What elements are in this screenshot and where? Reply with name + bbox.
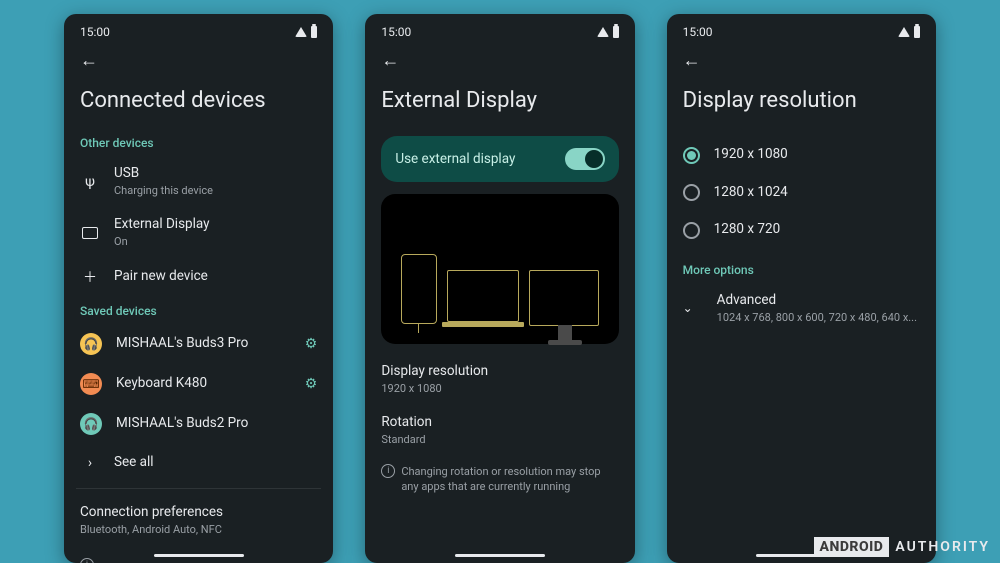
gear-icon[interactable]: ⚙ <box>305 376 318 392</box>
row-pair-new-device[interactable]: ＋ Pair new device <box>80 258 317 296</box>
row-external-display[interactable]: External Display On <box>80 207 317 258</box>
row-pair-title: Pair new device <box>114 268 317 286</box>
back-button[interactable]: ← <box>683 52 701 70</box>
back-button[interactable]: ← <box>381 52 399 70</box>
status-bar: 15:00 <box>683 24 920 40</box>
status-time: 15:00 <box>683 25 713 39</box>
display-illustration <box>381 194 618 344</box>
row-usb-sub: Charging this device <box>114 184 317 198</box>
display-icon <box>80 223 100 243</box>
opt3-label: 1280 x 720 <box>714 221 781 239</box>
battery-icon <box>914 26 920 38</box>
switch-on[interactable] <box>565 148 605 170</box>
brand-text: AUTHORITY <box>895 539 990 555</box>
status-icons <box>597 26 619 38</box>
rot-sub: Standard <box>381 433 618 447</box>
section-more-options: More options <box>683 263 920 277</box>
watermark: ANDROID AUTHORITY <box>814 537 991 557</box>
res-title: Display resolution <box>381 363 618 381</box>
row-advanced[interactable]: ⌄ Advanced 1024 x 768, 800 x 600, 720 x … <box>683 283 920 334</box>
brand-box: ANDROID <box>814 537 890 557</box>
row-connection-preferences[interactable]: Connection preferences Bluetooth, Androi… <box>80 495 317 546</box>
wifi-icon <box>898 27 910 37</box>
page-title: External Display <box>381 88 618 114</box>
screen-display-resolution: 15:00 ← Display resolution 1920 x 1080 1… <box>667 14 936 563</box>
info-icon: i <box>381 464 395 478</box>
nav-bar[interactable] <box>455 554 545 557</box>
see-all-label: See all <box>114 454 317 472</box>
wifi-icon <box>597 27 609 37</box>
battery-icon <box>613 26 619 38</box>
resolution-option-1280x720[interactable]: 1280 x 720 <box>683 211 920 249</box>
illus-laptop-icon <box>447 270 519 322</box>
saved-dev2-title: Keyboard K480 <box>116 375 291 393</box>
page-title: Display resolution <box>683 88 920 114</box>
radio-unchecked-icon <box>683 184 700 201</box>
screen-external-display: 15:00 ← External Display Use external di… <box>365 14 634 563</box>
row-rotation[interactable]: Rotation Standard <box>381 405 618 456</box>
row-ext-title: External Display <box>114 216 317 234</box>
status-bar: 15:00 <box>381 24 618 40</box>
keyboard-icon: ⌨ <box>80 373 102 395</box>
row-display-resolution[interactable]: Display resolution 1920 x 1080 <box>381 354 618 405</box>
row-saved-device-3[interactable]: 🎧 MISHAAL's Buds2 Pro <box>80 404 317 444</box>
row-see-all[interactable]: › See all <box>80 444 317 482</box>
status-icons <box>898 26 920 38</box>
earbuds-icon: 🎧 <box>80 413 102 435</box>
adv-sub: 1024 x 768, 800 x 600, 720 x 480, 640 x.… <box>717 311 920 325</box>
status-bar: 15:00 <box>80 24 317 40</box>
rotation-note: i Changing rotation or resolution may st… <box>381 464 618 495</box>
opt2-label: 1280 x 1024 <box>714 184 788 202</box>
resolution-option-1920x1080[interactable]: 1920 x 1080 <box>683 136 920 174</box>
radio-checked-icon <box>683 147 700 164</box>
chevron-right-icon: › <box>80 453 100 473</box>
adv-title: Advanced <box>717 292 920 310</box>
plus-icon: ＋ <box>80 267 100 287</box>
radio-unchecked-icon <box>683 222 700 239</box>
battery-icon <box>311 26 317 38</box>
illus-monitor-icon <box>529 270 599 326</box>
back-button[interactable]: ← <box>80 52 98 70</box>
opt1-label: 1920 x 1080 <box>714 146 788 164</box>
status-time: 15:00 <box>80 25 110 39</box>
saved-dev1-title: MISHAAL's Buds3 Pro <box>116 335 291 353</box>
saved-dev3-title: MISHAAL's Buds2 Pro <box>116 415 317 433</box>
nav-bar[interactable] <box>154 554 244 557</box>
conn-pref-title: Connection preferences <box>80 504 317 522</box>
note-text: Changing rotation or resolution may stop… <box>401 464 618 495</box>
toggle-label: Use external display <box>395 151 515 167</box>
toggle-use-external-display[interactable]: Use external display <box>381 136 618 182</box>
status-time: 15:00 <box>381 25 411 39</box>
section-other-devices: Other devices <box>80 136 317 150</box>
gear-icon[interactable]: ⚙ <box>305 336 318 352</box>
row-saved-device-2[interactable]: ⌨ Keyboard K480 ⚙ <box>80 364 317 404</box>
illus-phone-icon <box>401 254 437 324</box>
resolution-option-1280x1024[interactable]: 1280 x 1024 <box>683 174 920 212</box>
row-saved-device-1[interactable]: 🎧 MISHAAL's Buds3 Pro ⚙ <box>80 324 317 364</box>
res-sub: 1920 x 1080 <box>381 382 618 396</box>
conn-pref-sub: Bluetooth, Android Auto, NFC <box>80 523 317 537</box>
page-title: Connected devices <box>80 88 317 114</box>
status-icons <box>295 26 317 38</box>
wifi-icon <box>295 27 307 37</box>
section-saved-devices: Saved devices <box>80 304 317 318</box>
divider <box>76 488 321 489</box>
row-usb[interactable]: ψ USB Charging this device <box>80 156 317 207</box>
chevron-down-icon: ⌄ <box>683 301 703 315</box>
row-ext-sub: On <box>114 235 317 249</box>
rot-title: Rotation <box>381 414 618 432</box>
info-icon: i <box>80 558 94 563</box>
row-usb-title: USB <box>114 165 317 183</box>
screen-connected-devices: 15:00 ← Connected devices Other devices … <box>64 14 333 563</box>
earbuds-icon: 🎧 <box>80 333 102 355</box>
usb-icon: ψ <box>80 172 100 192</box>
